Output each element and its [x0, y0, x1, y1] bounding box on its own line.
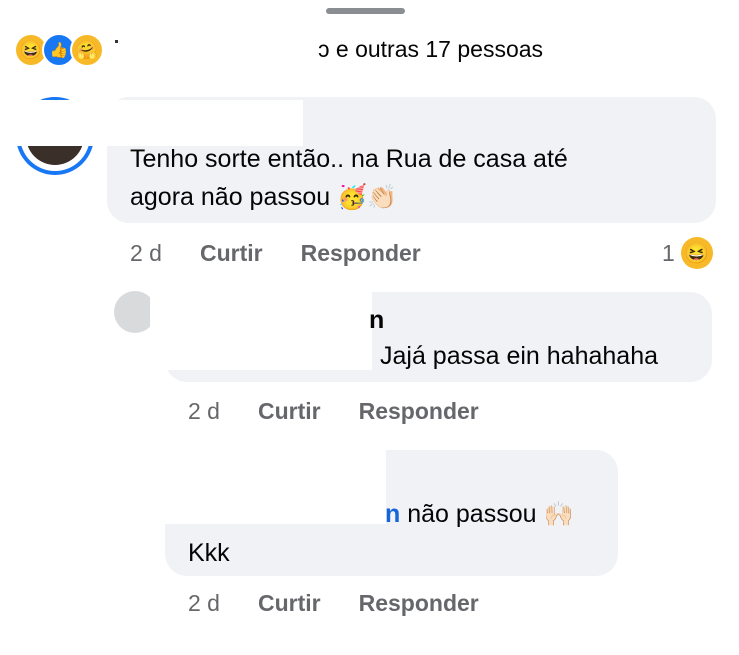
comment-text-line: Tenho sorte então.. na Rua de casa até	[130, 145, 568, 173]
haha-icon: 😆	[680, 237, 713, 269]
truncated-mark	[115, 40, 118, 43]
reaction-summary-text: e outras 17 pessoas	[335, 36, 544, 62]
reaction-summary-prefix: ɔ	[318, 36, 330, 62]
timestamp[interactable]: 2 d	[188, 398, 220, 425]
redacted-author	[150, 292, 372, 370]
reaction-count: 1	[662, 239, 675, 266]
party-clap-emoji: 🥳👏🏻	[337, 184, 397, 211]
like-button[interactable]: Curtir	[258, 398, 321, 425]
comment-text: n não passou 🙌🏻 Kkk	[188, 495, 573, 572]
timestamp[interactable]: 2 d	[188, 590, 220, 617]
reply-button[interactable]: Responder	[301, 240, 421, 267]
like-button[interactable]: Curtir	[200, 240, 263, 267]
author-name-fragment[interactable]: n	[369, 306, 384, 335]
comment-text-line: Kkk	[188, 539, 230, 567]
comment-actions: 2 d Curtir Responder	[188, 398, 517, 425]
timestamp[interactable]: 2 d	[130, 240, 162, 267]
reaction-summary[interactable]: ɔ e outras 17 pessoas	[318, 36, 543, 63]
raised-hands-emoji: 🙌🏻	[543, 501, 574, 528]
like-button[interactable]: Curtir	[258, 590, 321, 617]
sheet-drag-handle[interactable]	[326, 8, 405, 14]
care-icon: 🤗	[70, 33, 104, 67]
comment-text-line: agora não passou	[130, 183, 331, 211]
comment-text-line: não passou	[407, 500, 537, 528]
comment-actions: 2 d Curtir Responder	[188, 590, 517, 617]
comment-text: Jajá passa ein hahahaha	[380, 342, 659, 370]
comment-reaction-summary[interactable]: 1 😆	[662, 237, 713, 269]
comment-text: Tenho sorte então.. na Rua de casa até a…	[130, 140, 568, 217]
reply-button[interactable]: Responder	[359, 590, 479, 617]
reaction-icons[interactable]: 😆 👍 🤗	[14, 33, 104, 67]
mention-fragment[interactable]: n	[385, 500, 400, 528]
reply-button[interactable]: Responder	[359, 398, 479, 425]
comment-actions: 2 d Curtir Responder	[130, 240, 459, 267]
